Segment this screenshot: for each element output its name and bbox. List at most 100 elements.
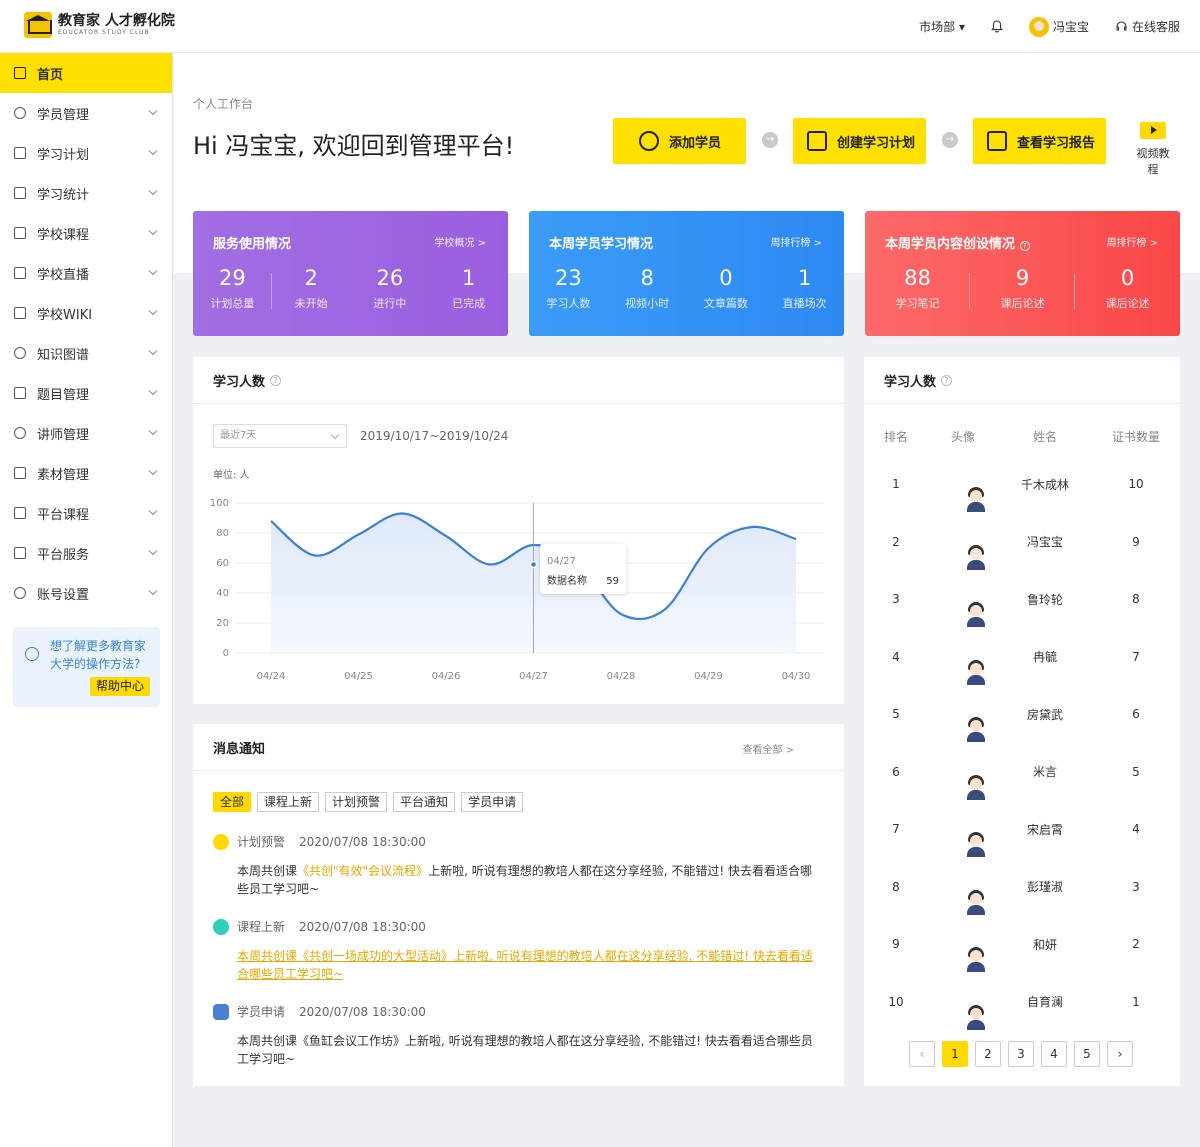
notice-type: 计划预警 [237,835,286,849]
certificate-count: 5 [1132,764,1140,779]
student-name: 房黛武 [1026,707,1063,722]
rank-number: 6 [892,764,900,779]
stat-item: 1 直播场次 [782,266,827,310]
arrow-right-icon: → [762,132,778,148]
stat-item: 2 未开始 [294,266,328,310]
chart-tooltip: 04/27 数据名称 59 [540,544,626,594]
create-study-plan-button[interactable]: 创建学习计划 [793,118,926,164]
y-tick-label: 20 [216,618,229,629]
sidebar-item-lecturers[interactable]: 讲师管理 [0,413,172,453]
chevron-down-icon [148,306,158,316]
table-row: 10 自育澜 1 [864,982,1180,1030]
online-service-link[interactable]: 在线客服 [1115,18,1180,35]
unit-label: 单位: 人 [213,468,250,481]
page-1-button[interactable]: 1 [942,1041,968,1067]
stat-item: 0 文章篇数 [703,266,748,310]
course-icon [14,507,26,519]
book-icon [14,227,26,239]
page-4-button[interactable]: 4 [1041,1041,1067,1067]
stat-item: 23 学习人数 [546,266,591,310]
filter-student-application[interactable]: 学员申请 [461,792,524,812]
user-menu[interactable]: 冯宝宝 [1028,16,1089,37]
question-bank-icon [14,387,26,399]
notice-body: 本周共创课《鱼缸会议工作坊》上新啦, 听说有理想的教培人都在这分享经验, 不能错… [237,1034,813,1066]
sidebar-item-school-live[interactable]: 学校直播 [0,253,172,293]
certificate-count: 4 [1132,822,1140,836]
sidebar-item-platform-courses[interactable]: 平台课程 [0,493,172,533]
logo[interactable]: 教育家 人才孵化院 EDUCATOR STUDY CLUB [24,12,175,38]
warning-icon [213,833,229,850]
x-tick-label: 04/25 [344,671,373,682]
sidebar-item-school-wiki[interactable]: 学校WIKI [0,293,172,333]
filter-all[interactable]: 全部 [213,792,252,812]
sidebar-item-school-courses[interactable]: 学校课程 [0,213,172,253]
prev-page-button[interactable]: ‹ [909,1041,935,1067]
card-title: 服务使用情况 [213,237,292,252]
certificate-count: 3 [1132,879,1140,894]
rank-number: 2 [892,534,900,549]
notice-time: 2020/07/08 18:30:00 [299,1004,426,1019]
chevron-down-icon [148,186,158,196]
student-name: 冯宝宝 [1026,535,1063,549]
sidebar-item-platform-services[interactable]: 平台服务 [0,533,172,573]
next-page-button[interactable]: › [1107,1041,1133,1067]
sidebar-item-home[interactable]: 首页 [0,53,172,93]
ranking-panel: 学习人数? 排名 头像 姓名 证书数量 1 千木成林 10 2 冯宝宝 9 3 鲁玲轮 8 4 冉毓… [864,357,1180,1086]
school-overview-link[interactable]: 学校概况 > [434,234,486,249]
filter-plan-warning[interactable]: 计划预警 [325,792,388,812]
table-row: 5 房黛武 6 [864,694,1180,742]
logo-subtitle: EDUCATOR STUDY CLUB [58,29,150,36]
table-row: 6 米言 5 [864,752,1180,800]
student-name: 彭瑾淑 [1026,880,1063,894]
page-2-button[interactable]: 2 [975,1041,1001,1067]
page-5-button[interactable]: 5 [1074,1041,1100,1067]
filter-platform-notice[interactable]: 平台通知 [393,792,456,812]
video-tutorial-link[interactable]: 视频教程 [1133,122,1173,177]
student-name: 鲁玲轮 [1026,592,1063,607]
view-all-link[interactable]: 查看全部 > [742,741,794,756]
help-icon[interactable]: ? [1019,241,1030,251]
sidebar-item-questions[interactable]: 题目管理 [0,373,172,413]
tooltip-value: 59 [606,576,619,587]
chevron-down-icon [148,226,158,236]
student-name: 和妍 [1032,937,1057,952]
new-badge-icon [213,918,229,935]
sidebar: 首页 学员管理 学习计划 学习统计 学校课程 学校直播 学校WIKI 知识图谱 … [0,53,173,1147]
sidebar-item-students[interactable]: 学员管理 [0,93,172,133]
tooltip-point [529,560,538,569]
certificate-count: 10 [1128,477,1144,491]
page-title: Hi 冯宝宝, 欢迎回到管理平台! [193,132,515,160]
logo-title: 教育家 人才孵化院 [58,13,175,29]
sidebar-item-knowledge-graph[interactable]: 知识图谱 [0,333,172,373]
filter-new-course[interactable]: 课程上新 [257,792,320,812]
rank-number: 9 [892,937,900,951]
x-tick-label: 04/28 [607,671,636,682]
notice-filters: 全部 课程上新 计划预警 平台通知 学员申请 [213,792,529,812]
stat-item: 9 课后论述 [970,265,1075,311]
sidebar-item-account-settings[interactable]: 账号设置 [0,573,172,613]
sidebar-item-materials[interactable]: 素材管理 [0,453,172,493]
table-row: 1 千木成林 10 [864,464,1180,512]
department-dropdown[interactable]: 市场部 ▾ [919,18,965,35]
notice-link[interactable]: 本周共创课《共创一场成功的大型活动》上新啦, 听说有理想的教培人都在这分享经验,… [237,947,823,983]
notice-type: 课程上新 [237,920,286,934]
help-center-button[interactable]: 帮助中心 [90,677,151,696]
bell-icon[interactable] [991,20,1003,33]
weekly-ranking-link[interactable]: 周排行榜 > [1106,234,1158,249]
help-icon[interactable]: ? [941,374,953,386]
rank-number: 8 [892,879,900,894]
student-name: 冉毓 [1032,650,1057,664]
pagination: ‹ 1 2 3 4 5 › [909,1041,1140,1067]
lightbulb-icon [25,647,39,661]
table-row: 2 冯宝宝 9 [864,522,1180,570]
chevron-down-icon [148,386,158,396]
page-3-button[interactable]: 3 [1008,1041,1034,1067]
sidebar-item-study-plan[interactable]: 学习计划 [0,133,172,173]
notifications-panel: 消息通知 查看全部 > 全部 课程上新 计划预警 平台通知 学员申请 计划预警 … [193,724,844,1086]
course-link[interactable]: 《共创"有效"会议流程》 [297,864,428,878]
add-student-button[interactable]: 添加学员 [613,118,746,164]
sidebar-item-study-stats[interactable]: 学习统计 [0,173,172,213]
y-tick-label: 40 [216,588,229,599]
view-study-report-button[interactable]: 查看学习报告 [973,118,1106,164]
weekly-ranking-link[interactable]: 周排行榜 > [770,234,822,249]
